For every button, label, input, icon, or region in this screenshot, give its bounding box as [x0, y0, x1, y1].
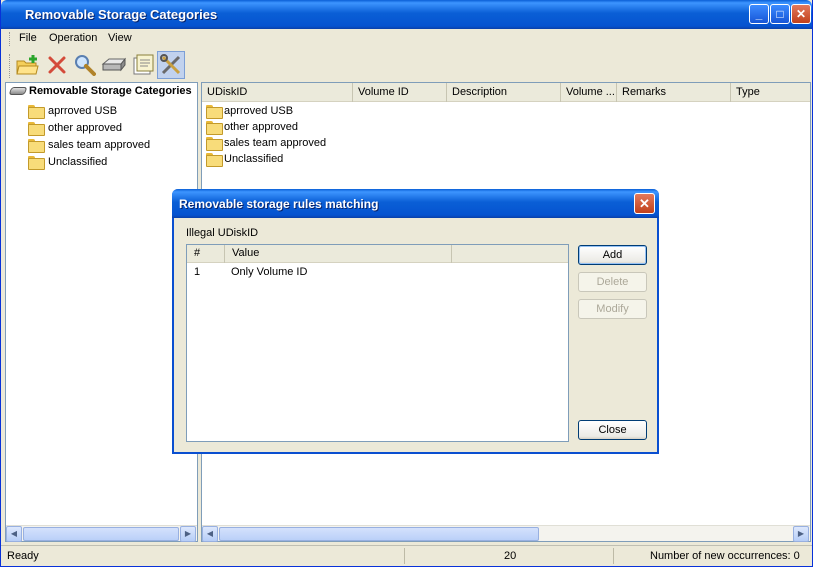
scroll-left-arrow-icon[interactable]: ◀	[202, 526, 218, 542]
add-button[interactable]: Add	[578, 245, 647, 265]
list-item-label: other approved	[224, 121, 298, 133]
dialog-title: Removable storage rules matching	[179, 197, 379, 211]
column-number[interactable]: #	[187, 245, 225, 263]
folder-icon	[28, 155, 45, 170]
list-rows: aprroved USB other approved sales team a…	[206, 103, 326, 167]
table-row[interactable]: 1 Only Volume ID	[187, 265, 568, 281]
tree-item-label: sales team approved	[48, 138, 151, 151]
category-tree[interactable]: Removable Storage Categories aprroved US…	[5, 82, 198, 542]
toolbar	[5, 48, 810, 82]
tree-item-label: other approved	[48, 121, 122, 134]
list-item[interactable]: Unclassified	[206, 151, 326, 167]
folder-icon	[28, 138, 45, 153]
column-type[interactable]: Type	[731, 83, 810, 102]
dialog-title-bar[interactable]: Removable storage rules matching ✕	[172, 189, 659, 218]
column-description[interactable]: Description	[447, 83, 561, 102]
status-ready: Ready	[7, 550, 39, 562]
column-volume-id[interactable]: Volume ID	[353, 83, 447, 102]
properties-button[interactable]	[129, 51, 157, 79]
tools-icon	[160, 54, 181, 75]
tree-horizontal-scrollbar[interactable]: ◀ ▶	[6, 525, 197, 542]
search-icon	[75, 55, 96, 76]
column-empty	[452, 245, 568, 263]
window-title: Removable Storage Categories	[25, 7, 218, 22]
tree-root-label: Removable Storage Categories	[29, 85, 192, 97]
rules-list[interactable]: # Value 1 Only Volume ID	[186, 244, 569, 442]
rules-list-header: # Value	[187, 245, 568, 263]
toolbar-grip	[9, 54, 12, 78]
column-udiskid[interactable]: UDiskID	[202, 83, 353, 102]
scroll-thumb[interactable]	[23, 527, 179, 541]
scroll-left-arrow-icon[interactable]: ◀	[6, 526, 22, 542]
column-volume[interactable]: Volume ...	[561, 83, 617, 102]
menu-file[interactable]: File	[19, 32, 37, 44]
group-label: Illegal UDiskID	[186, 227, 259, 239]
menu-operation[interactable]: Operation	[49, 32, 97, 44]
status-divider	[404, 548, 405, 564]
new-folder-button[interactable]	[14, 51, 42, 79]
close-dialog-button[interactable]: Close	[578, 420, 647, 440]
list-horizontal-scrollbar[interactable]: ◀ ▶	[202, 525, 810, 542]
properties-icon	[133, 54, 154, 75]
list-item[interactable]: sales team approved	[206, 135, 326, 151]
row-value: Only Volume ID	[231, 266, 308, 278]
maximize-button[interactable]: □	[770, 4, 790, 24]
status-divider	[613, 548, 614, 564]
list-item[interactable]: other approved	[206, 119, 326, 135]
drive-icon	[101, 57, 127, 72]
row-number: 1	[194, 266, 201, 278]
title-bar[interactable]: Removable Storage Categories _ □ ✕	[1, 0, 812, 29]
tree-item-other-approved[interactable]: other approved	[28, 119, 150, 136]
folder-icon	[206, 121, 223, 135]
tree-item-aprroved-usb[interactable]: aprroved USB	[28, 102, 150, 119]
rules-matching-dialog: Removable storage rules matching ✕ Illeg…	[172, 189, 659, 454]
column-value[interactable]: Value	[225, 245, 452, 263]
folder-icon	[206, 153, 223, 167]
scroll-thumb[interactable]	[219, 527, 539, 541]
list-item[interactable]: aprroved USB	[206, 103, 326, 119]
menu-bar: File Operation View	[5, 29, 810, 48]
column-remarks[interactable]: Remarks	[617, 83, 731, 102]
list-item-label: Unclassified	[224, 153, 284, 165]
minimize-button[interactable]: _	[749, 4, 769, 24]
tree-item-label: aprroved USB	[48, 104, 118, 117]
dialog-close-icon[interactable]: ✕	[634, 193, 655, 214]
tree-item-sales-team-approved[interactable]: sales team approved	[28, 136, 150, 153]
folder-icon	[28, 121, 45, 136]
status-count: 20	[504, 550, 517, 562]
close-button[interactable]: ✕	[791, 4, 811, 24]
list-item-label: aprroved USB	[224, 105, 294, 117]
tools-button[interactable]	[157, 51, 185, 79]
modify-button[interactable]: Modify	[578, 299, 647, 319]
tree-items: aprroved USB other approved sales team a…	[28, 102, 150, 170]
search-button[interactable]	[71, 51, 99, 79]
menubar-grip	[9, 32, 12, 46]
delete-button[interactable]	[43, 51, 71, 79]
new-folder-icon	[16, 55, 39, 75]
delete-button[interactable]: Delete	[578, 272, 647, 292]
tree-root[interactable]: Removable Storage Categories	[8, 85, 192, 97]
folder-icon	[28, 104, 45, 119]
list-header: UDiskID Volume ID Description Volume ...…	[202, 83, 810, 102]
status-new-occurrences: Number of new occurrences: 0	[650, 550, 800, 562]
scroll-right-arrow-icon[interactable]: ▶	[793, 526, 809, 542]
list-item-label: sales team approved	[224, 137, 327, 149]
scroll-right-arrow-icon[interactable]: ▶	[180, 526, 196, 542]
delete-icon	[48, 56, 66, 74]
menu-view[interactable]: View	[108, 32, 132, 44]
drive-button[interactable]	[100, 51, 128, 79]
tree-item-unclassified[interactable]: Unclassified	[28, 153, 150, 170]
drive-icon	[8, 87, 28, 95]
folder-icon	[206, 137, 223, 151]
status-bar: Ready 20 Number of new occurrences: 0	[1, 545, 812, 565]
folder-icon	[206, 105, 223, 119]
tree-item-label: Unclassified	[48, 155, 108, 168]
